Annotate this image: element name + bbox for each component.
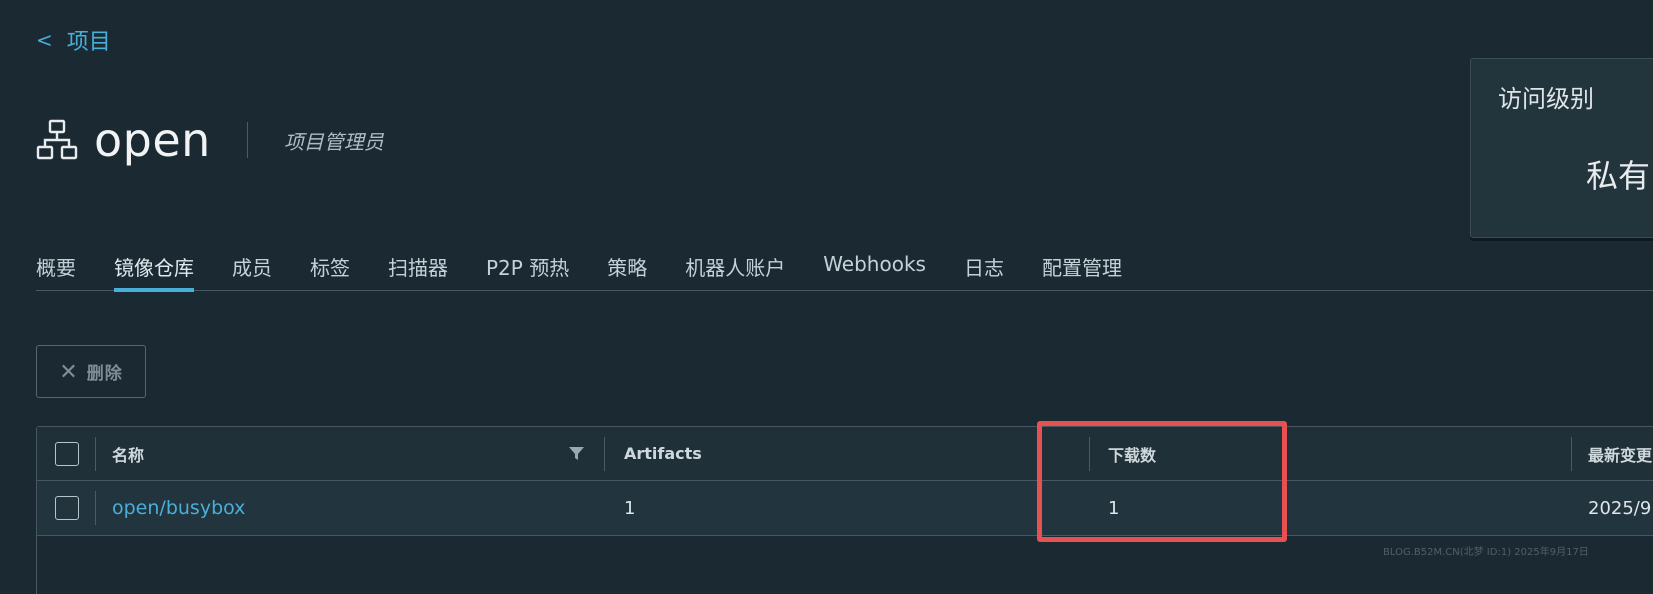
access-level-card: 访问级别 私有 [1470,58,1653,238]
back-link-label: 项目 [66,30,111,55]
tab-p2p-preheat[interactable]: P2P 预热 [486,248,569,291]
project-role: 项目管理员 [283,129,384,154]
delete-button-label: 删除 [86,364,123,383]
tab-summary[interactable]: 概要 [36,248,76,291]
column-separator[interactable] [1089,437,1090,471]
tab-robot-accounts[interactable]: 机器人账户 [685,248,785,291]
column-header-updated[interactable]: 最新变更 [1588,427,1652,480]
tab-repositories[interactable]: 镜像仓库 [114,248,194,292]
tab-members[interactable]: 成员 [232,248,272,291]
project-tabs: 概要 镜像仓库 成员 标签 扫描器 P2P 预热 策略 机器人账户 Webhoo… [36,248,1653,292]
access-level-title: 访问级别 [1498,85,1594,113]
filter-icon[interactable] [569,447,584,461]
column-header-pulls[interactable]: 下载数 [1108,427,1156,480]
column-header-name[interactable]: 名称 [112,427,144,480]
page: < 项目 open 项目管理员 访问级别 私有 概要 镜像仓库 成员 标签 扫描… [0,0,1653,594]
tab-configuration[interactable]: 配置管理 [1042,248,1122,291]
table-header: 名称 Artifacts 下载数 最新变更 [37,427,1653,481]
select-all-cell [55,427,79,480]
project-name: open [94,113,211,167]
project-icon [36,119,78,160]
updated-time: 2025/9 [1588,497,1652,519]
column-separator[interactable] [1571,437,1572,471]
chevron-left-icon: < [36,28,53,52]
close-icon: ✕ [59,358,79,384]
back-to-projects-link[interactable]: < 项目 [36,24,111,56]
repositories-table: 名称 Artifacts 下载数 最新变更 open/busybox 1 1 2… [36,426,1653,594]
tab-webhooks[interactable]: Webhooks [823,248,926,291]
delete-button[interactable]: ✕ 删除 [36,345,146,398]
access-level-value: 私有 [1586,157,1651,195]
project-header: open 项目管理员 [36,110,384,170]
row-select-cell [55,481,79,535]
table-row: open/busybox 1 1 2025/9 [37,481,1653,536]
column-header-artifacts[interactable]: Artifacts [624,427,702,480]
pulls-count: 1 [1108,497,1120,519]
repository-name-link[interactable]: open/busybox [112,481,245,535]
artifacts-count: 1 [624,497,636,519]
tab-labels[interactable]: 标签 [310,248,350,291]
row-select-checkbox[interactable] [55,496,79,520]
watermark: BLOG.B52M.CN(北梦 ID:1) 2025年9月17日 [1383,547,1589,558]
tab-policy[interactable]: 策略 [607,248,647,291]
tab-logs[interactable]: 日志 [964,248,1004,291]
column-separator [95,437,96,471]
title-divider [246,122,248,158]
select-all-checkbox[interactable] [55,441,79,466]
tab-scanner[interactable]: 扫描器 [388,248,448,291]
column-separator [95,491,96,525]
column-separator[interactable] [604,437,605,471]
